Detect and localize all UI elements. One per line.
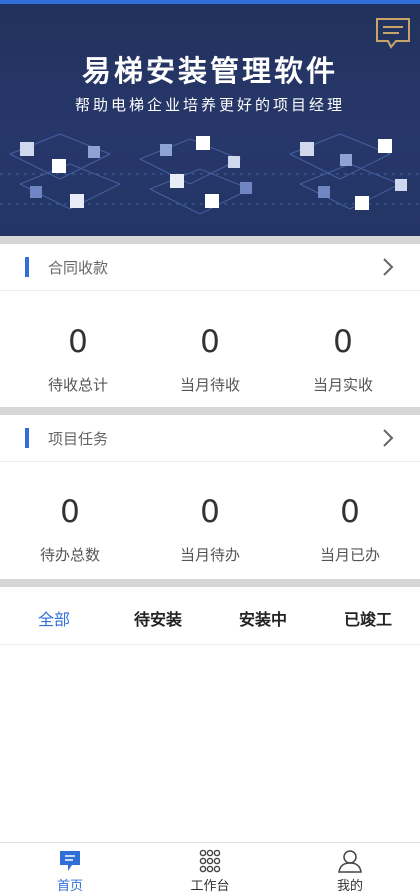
chevron-right-icon bbox=[383, 258, 394, 276]
home-chat-icon bbox=[60, 851, 80, 871]
chevron-right-icon bbox=[383, 429, 394, 447]
status-tabs: 全部 待安装 安装中 已竣工 bbox=[0, 588, 420, 645]
stat-value: 0 bbox=[200, 324, 220, 360]
stat-month-received[interactable]: 0 当月实收 bbox=[273, 322, 413, 395]
stat-label: 待办总数 bbox=[39, 546, 100, 564]
stat-value: 0 bbox=[60, 494, 80, 530]
project-section-header[interactable]: 项目任务 bbox=[0, 415, 420, 462]
stat-pending-total[interactable]: 0 待收总计 bbox=[8, 322, 148, 395]
stat-value: 0 bbox=[333, 324, 353, 360]
stat-label: 当月已办 bbox=[319, 546, 380, 564]
nav-home-label: 首页 bbox=[56, 879, 83, 894]
grid-icon bbox=[199, 849, 221, 873]
bottom-navigation: 首页 工作台 我的 bbox=[0, 842, 420, 895]
tab-completed[interactable]: 已竣工 bbox=[344, 606, 392, 630]
message-icon[interactable] bbox=[374, 16, 412, 52]
tab-installing[interactable]: 安装中 bbox=[239, 606, 287, 630]
nav-mine-label: 我的 bbox=[336, 879, 363, 894]
contract-section-title: 合同收款 bbox=[48, 259, 109, 277]
stat-label: 当月待办 bbox=[179, 546, 240, 564]
stat-value: 0 bbox=[340, 494, 360, 530]
content-area bbox=[0, 645, 420, 841]
section-separator bbox=[0, 407, 420, 415]
nav-mine[interactable]: 我的 bbox=[300, 849, 400, 894]
stat-label: 当月待收 bbox=[179, 376, 240, 394]
project-section-title: 项目任务 bbox=[48, 430, 109, 448]
section-accent-bar bbox=[25, 257, 29, 277]
section-accent-bar bbox=[25, 428, 29, 448]
stat-value: 0 bbox=[200, 494, 220, 530]
nav-home[interactable]: 首页 bbox=[20, 849, 120, 894]
stat-todo-total[interactable]: 0 待办总数 bbox=[0, 492, 140, 565]
user-icon bbox=[338, 850, 362, 873]
section-separator bbox=[0, 236, 420, 244]
contract-section-header[interactable]: 合同收款 bbox=[0, 244, 420, 291]
nav-workbench[interactable]: 工作台 bbox=[160, 849, 260, 894]
hero-banner: 易梯安装管理软件 帮助电梯企业培养更好的项目经理 bbox=[0, 4, 420, 236]
stat-month-todo[interactable]: 0 当月待办 bbox=[140, 492, 280, 565]
tab-all[interactable]: 全部 bbox=[38, 606, 70, 630]
nav-workbench-label: 工作台 bbox=[190, 879, 230, 894]
banner-subtitle: 帮助电梯企业培养更好的项目经理 bbox=[74, 96, 345, 114]
section-separator bbox=[0, 579, 420, 587]
banner-title: 易梯安装管理软件 bbox=[81, 54, 338, 88]
network-cubes-decoration bbox=[0, 133, 420, 215]
stat-label: 当月实收 bbox=[312, 376, 373, 394]
stat-label: 待收总计 bbox=[47, 376, 108, 394]
stat-value: 0 bbox=[68, 324, 88, 360]
tab-pending-install[interactable]: 待安装 bbox=[134, 606, 182, 630]
stat-month-pending[interactable]: 0 当月待收 bbox=[140, 322, 280, 395]
stat-month-done[interactable]: 0 当月已办 bbox=[280, 492, 420, 565]
